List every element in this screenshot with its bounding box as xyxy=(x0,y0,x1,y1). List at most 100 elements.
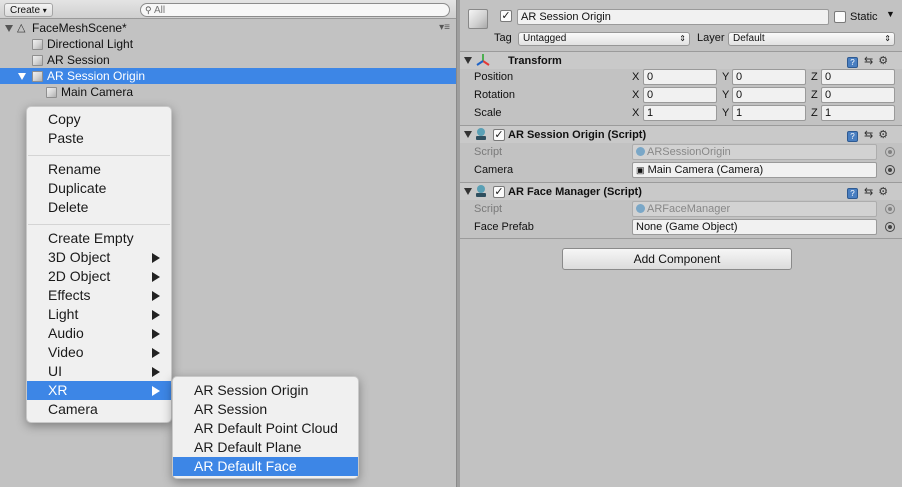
create-dropdown-button[interactable]: Create ▾ xyxy=(4,3,53,17)
object-name-field[interactable]: AR Session Origin xyxy=(517,9,829,25)
tag-dropdown-value: Untagged xyxy=(523,33,567,44)
updown-arrow-icon: ⇕ xyxy=(679,34,686,43)
search-input[interactable] xyxy=(154,4,444,16)
submenu-item-ar-session-origin[interactable]: AR Session Origin xyxy=(173,381,358,400)
scene-menu-icon[interactable]: ▾≡ xyxy=(439,20,450,36)
hierarchy-item-ar-session-origin[interactable]: AR Session Origin xyxy=(0,68,456,84)
script-label: Script xyxy=(474,146,503,158)
tag-label: Tag xyxy=(494,32,512,44)
axis-z-label: Z xyxy=(811,71,818,83)
submenu-item-ar-session[interactable]: AR Session xyxy=(173,400,358,419)
help-book-icon[interactable]: ? xyxy=(847,57,858,68)
ar-face-manager-script-header[interactable]: ✓ AR Face Manager (Script) ? ⇆ ⚙ xyxy=(460,182,902,200)
submenu-item-ar-default-plane[interactable]: AR Default Plane xyxy=(173,438,358,457)
menu-item-duplicate[interactable]: Duplicate xyxy=(27,179,171,198)
submenu-item-ar-default-point-cloud[interactable]: AR Default Point Cloud xyxy=(173,419,358,438)
hierarchy-item-main-camera[interactable]: Main Camera xyxy=(0,84,456,100)
object-picker-icon[interactable] xyxy=(885,165,895,175)
position-z-field[interactable]: 0 xyxy=(821,69,895,85)
menu-item-paste[interactable]: Paste xyxy=(27,129,171,148)
menu-item-create-empty[interactable]: Create Empty xyxy=(27,229,171,248)
transform-axes-icon xyxy=(476,54,490,66)
scale-z-field[interactable]: 1 xyxy=(821,105,895,121)
object-picker-icon[interactable] xyxy=(885,222,895,232)
menu-item-light[interactable]: Light xyxy=(27,305,171,324)
submenu-item-ar-default-face[interactable]: AR Default Face xyxy=(173,457,358,476)
scale-y-field[interactable]: 1 xyxy=(732,105,806,121)
menu-item-audio[interactable]: Audio xyxy=(27,324,171,343)
foldout-triangle-icon[interactable] xyxy=(464,188,472,195)
active-checkbox[interactable]: ✓ xyxy=(500,10,512,22)
face-prefab-label: Face Prefab xyxy=(474,221,534,233)
object-picker-icon xyxy=(885,204,895,214)
preset-icon[interactable]: ⇆ xyxy=(864,186,873,198)
script-label: Script xyxy=(474,203,503,215)
menu-item-effects[interactable]: Effects xyxy=(27,286,171,305)
menu-item-rename[interactable]: Rename xyxy=(27,160,171,179)
foldout-triangle-icon[interactable] xyxy=(464,57,472,64)
menu-separator xyxy=(28,224,170,225)
preset-icon[interactable]: ⇆ xyxy=(864,55,873,67)
static-dropdown-icon[interactable]: ▼ xyxy=(886,9,895,19)
menu-item-xr[interactable]: XR xyxy=(27,381,171,400)
help-book-icon[interactable]: ? xyxy=(847,188,858,199)
static-checkbox[interactable] xyxy=(834,11,846,23)
menu-item-camera[interactable]: Camera xyxy=(27,400,171,419)
help-book-icon[interactable]: ? xyxy=(847,131,858,142)
position-y-field[interactable]: 0 xyxy=(732,69,806,85)
hierarchy-item-ar-session[interactable]: AR Session xyxy=(0,52,456,68)
gear-icon[interactable]: ⚙ xyxy=(878,186,888,198)
xr-submenu: AR Session Origin AR Session AR Default … xyxy=(172,376,359,479)
gear-icon[interactable]: ⚙ xyxy=(878,129,888,141)
axis-y-label: Y xyxy=(722,107,730,119)
menu-separator xyxy=(28,155,170,156)
menu-item-label: Video xyxy=(48,344,84,360)
gameobject-icon[interactable] xyxy=(468,9,488,29)
axis-y-label: Y xyxy=(722,71,730,83)
position-x-field[interactable]: 0 xyxy=(643,69,717,85)
menu-item-label: Effects xyxy=(48,287,91,303)
hierarchy-item-label: Main Camera xyxy=(61,85,134,99)
menu-item-ui[interactable]: UI xyxy=(27,362,171,381)
preset-icon[interactable]: ⇆ xyxy=(864,129,873,141)
layer-dropdown[interactable]: Default ⇕ xyxy=(728,32,895,46)
scene-row[interactable]: △ FaceMeshScene* ▾≡ xyxy=(0,20,456,36)
rotation-z-field[interactable]: 0 xyxy=(821,87,895,103)
component-enabled-checkbox[interactable]: ✓ xyxy=(493,186,505,198)
foldout-triangle-icon[interactable] xyxy=(464,131,472,138)
component-enabled-checkbox[interactable]: ✓ xyxy=(493,129,505,141)
script-asset-icon xyxy=(636,204,645,213)
face-prefab-field[interactable]: None (Game Object) xyxy=(632,219,877,235)
add-component-button[interactable]: Add Component xyxy=(562,248,792,270)
menu-item-2d-object[interactable]: 2D Object xyxy=(27,267,171,286)
object-picker-icon xyxy=(885,147,895,157)
rotation-x-field[interactable]: 0 xyxy=(643,87,717,103)
hierarchy-search-box[interactable]: ⚲ xyxy=(140,3,450,17)
axis-x-label: X xyxy=(632,89,640,101)
menu-item-copy[interactable]: Copy xyxy=(27,110,171,129)
menu-item-label: AR Default Point Cloud xyxy=(194,420,338,436)
script-component-icon xyxy=(476,185,486,197)
layer-label: Layer xyxy=(697,32,725,44)
expand-triangle-icon[interactable] xyxy=(5,25,13,32)
hierarchy-item-label: AR Session xyxy=(47,53,110,67)
menu-item-video[interactable]: Video xyxy=(27,343,171,362)
menu-item-label: AR Default Face xyxy=(194,458,297,474)
transform-header[interactable]: Transform ? ⇆ ⚙ xyxy=(460,51,902,69)
menu-item-delete[interactable]: Delete xyxy=(27,198,171,217)
hierarchy-item-directional-light[interactable]: Directional Light xyxy=(0,36,456,52)
menu-item-3d-object[interactable]: 3D Object xyxy=(27,248,171,267)
scale-x-field[interactable]: 1 xyxy=(643,105,717,121)
rotation-y-field[interactable]: 0 xyxy=(732,87,806,103)
menu-item-label: Duplicate xyxy=(48,180,107,196)
gear-icon[interactable]: ⚙ xyxy=(878,55,888,67)
expand-triangle-icon[interactable] xyxy=(18,73,26,80)
search-icon: ⚲ xyxy=(145,5,152,15)
create-button-label: Create xyxy=(10,5,41,16)
tag-dropdown[interactable]: Untagged ⇕ xyxy=(518,32,690,46)
menu-item-label: XR xyxy=(48,382,68,398)
script-field-value: ARSessionOrigin xyxy=(647,146,731,158)
camera-field[interactable]: ▣ Main Camera (Camera) xyxy=(632,162,877,178)
ar-session-origin-script-header[interactable]: ✓ AR Session Origin (Script) ? ⇆ ⚙ xyxy=(460,125,902,143)
submenu-arrow-icon xyxy=(152,310,160,320)
